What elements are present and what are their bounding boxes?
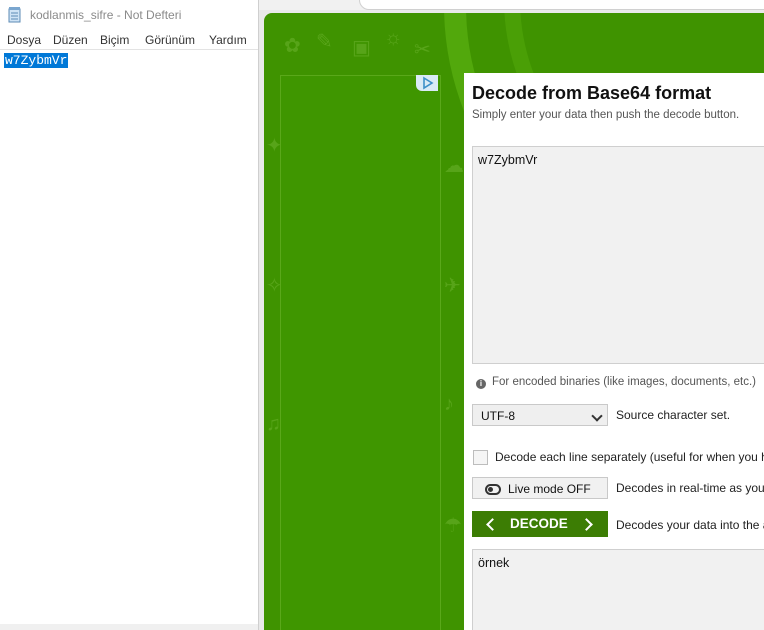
notepad-bottom-edge (0, 624, 258, 630)
browser-window: ✿ ✎ ▣ ☼ ✂ ☁ ✈ ♪ ☂ ✦ ✧ ♫ Decode from Base… (258, 0, 764, 630)
doodle-icon: ✎ (316, 31, 333, 53)
input-textarea[interactable]: w7ZybmVr (472, 146, 764, 364)
toggle-icon (485, 484, 501, 495)
notepad-editor[interactable]: w7ZybmVr (0, 49, 258, 625)
live-mode-label: Live mode OFF (508, 482, 591, 496)
live-mode-description: Decodes in real-time as you t (616, 481, 764, 495)
site-background: ✿ ✎ ▣ ☼ ✂ ☁ ✈ ♪ ☂ ✦ ✧ ♫ Decode from Base… (264, 13, 764, 630)
ad-banner[interactable] (280, 75, 441, 630)
doodle-icon: ♫ (266, 413, 281, 435)
doodle-icon: ✈ (444, 275, 461, 297)
decode-lines-checkbox[interactable] (473, 450, 488, 465)
info-icon: i (476, 379, 486, 389)
menu-dosya[interactable]: Dosya (7, 33, 41, 47)
binaries-note: i For encoded binaries (like images, docu… (476, 376, 756, 389)
doodle-icon: ✂ (414, 39, 431, 61)
browser-toolbar (259, 0, 764, 10)
notepad-window: kodlanmis_sifre - Not Defteri Dosya Düze… (0, 0, 258, 630)
live-mode-button[interactable]: Live mode OFF (472, 477, 608, 499)
address-bar[interactable] (359, 0, 764, 10)
selected-text[interactable]: w7ZybmVr (4, 53, 69, 68)
notepad-titlebar[interactable]: kodlanmis_sifre - Not Defteri (0, 0, 258, 30)
decode-lines-label: Decode each line separately (useful for … (495, 450, 764, 464)
notepad-icon (8, 7, 21, 23)
doodle-icon: ♪ (444, 393, 454, 415)
doodle-icon: ☼ (384, 27, 403, 49)
chevron-right-icon (580, 518, 593, 531)
notepad-title: kodlanmis_sifre - Not Defteri (30, 8, 182, 22)
output-text: örnek (478, 556, 510, 570)
menu-yardim[interactable]: Yardım (209, 33, 247, 47)
output-textarea[interactable]: örnek (472, 549, 764, 630)
doodle-icon: ▣ (352, 37, 371, 59)
decode-button-label: DECODE (510, 516, 568, 531)
decode-description: Decodes your data into the a (616, 518, 764, 532)
input-text: w7ZybmVr (478, 153, 538, 167)
page-title: Decode from Base64 format (472, 83, 712, 103)
chevron-left-icon (486, 518, 499, 531)
ad-choices-icon[interactable] (416, 75, 438, 91)
chevron-down-icon (591, 410, 603, 422)
doodle-icon: ☂ (444, 515, 462, 537)
doodle-icon: ☁ (444, 155, 464, 177)
charset-label: Source character set. (616, 408, 731, 422)
decoder-panel: Decode from Base64 format Simply enter y… (464, 73, 764, 630)
decode-button[interactable]: DECODE (472, 511, 608, 537)
notepad-menubar: Dosya Düzen Biçim Görünüm Yardım (0, 31, 258, 49)
page-subtitle: Simply enter your data then push the dec… (472, 109, 740, 121)
binaries-note-text: For encoded binaries (like images, docum… (492, 376, 756, 388)
charset-value: UTF-8 (481, 409, 515, 423)
doodle-icon: ✿ (284, 35, 301, 57)
charset-select[interactable]: UTF-8 (472, 404, 608, 426)
menu-bicim[interactable]: Biçim (100, 33, 129, 47)
menu-duzen[interactable]: Düzen (53, 33, 88, 47)
menu-gorunum[interactable]: Görünüm (145, 33, 195, 47)
